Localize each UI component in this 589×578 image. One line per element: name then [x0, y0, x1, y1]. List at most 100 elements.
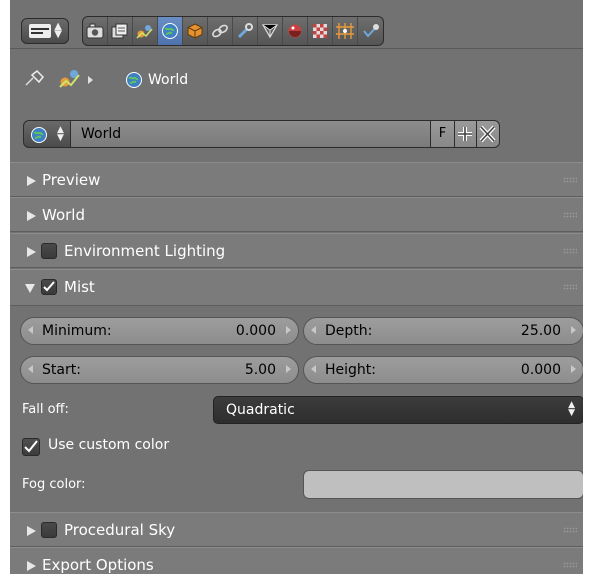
field-label: Depth: — [325, 323, 373, 339]
field-value: 0.000 — [235, 323, 276, 339]
fog-color-swatch[interactable] — [303, 470, 584, 499]
collapsed-arrow-icon — [27, 247, 36, 257]
properties-editor-icon — [29, 24, 51, 38]
browse-world-button[interactable]: ▲ ▼ — [23, 120, 71, 148]
particles-icon — [336, 23, 354, 39]
falloff-label: Fall off: — [22, 402, 69, 417]
panel-preview[interactable]: Preview — [10, 162, 583, 197]
world-icon — [126, 72, 142, 88]
decrement-arrow-icon[interactable] — [311, 326, 316, 334]
context-path: World — [10, 48, 583, 106]
new-world-button[interactable] — [455, 120, 477, 148]
mist-minimum-field[interactable]: Minimum: 0.000 — [20, 317, 299, 345]
falloff-value: Quadratic — [226, 402, 295, 418]
pin-icon[interactable] — [24, 69, 46, 87]
fake-user-button[interactable]: F — [431, 120, 455, 148]
tab-object[interactable] — [183, 17, 208, 45]
tab-mesh-data[interactable] — [258, 17, 283, 45]
tab-physics[interactable] — [358, 17, 383, 45]
collapsed-arrow-icon — [27, 561, 36, 571]
drag-handle-icon[interactable] — [563, 212, 577, 218]
panel-title: Environment Lighting — [64, 242, 226, 260]
tab-modifiers[interactable] — [233, 17, 258, 45]
tab-particles[interactable] — [333, 17, 358, 45]
mist-checkbox[interactable] — [41, 279, 57, 295]
world-icon — [162, 23, 178, 39]
image-border-bottom — [0, 574, 589, 578]
panel-world[interactable]: World — [10, 197, 583, 232]
tab-render[interactable] — [83, 17, 108, 45]
fog-color-label: Fog color: — [22, 477, 86, 492]
collapsed-arrow-icon — [27, 526, 36, 536]
material-icon — [288, 24, 302, 38]
constraints-icon — [212, 24, 228, 38]
close-icon — [479, 125, 496, 143]
collapsed-arrow-icon — [27, 176, 36, 186]
context-tabs — [82, 16, 384, 46]
expanded-arrow-icon — [25, 284, 35, 293]
updown-arrows-icon: ▲ ▼ — [57, 125, 64, 143]
collapsed-arrow-icon — [27, 211, 36, 221]
image-border-right — [583, 0, 589, 578]
tab-world[interactable] — [158, 17, 183, 45]
plus-icon — [458, 127, 472, 141]
checkmark-icon — [24, 440, 38, 453]
mist-depth-field[interactable]: Depth: 25.00 — [303, 317, 584, 345]
drag-handle-icon[interactable] — [563, 527, 577, 533]
tab-texture[interactable] — [308, 17, 333, 45]
mist-height-field[interactable]: Height: 0.000 — [303, 356, 584, 384]
use-custom-color-checkbox[interactable] — [22, 438, 40, 456]
panel-title: Procedural Sky — [64, 521, 176, 539]
panel-title: Mist — [64, 278, 95, 296]
field-value: 5.00 — [244, 362, 276, 378]
decrement-arrow-icon[interactable] — [311, 365, 316, 373]
panel-procedural-sky[interactable]: Procedural Sky — [10, 512, 583, 547]
panel-title: Preview — [42, 171, 101, 189]
tab-render-layers[interactable] — [108, 17, 133, 45]
world-icon — [31, 127, 47, 143]
drag-handle-icon[interactable] — [563, 284, 577, 290]
path-separator-icon — [88, 76, 93, 84]
use-custom-color-label: Use custom color — [48, 437, 170, 453]
properties-header: ▲ ▼ — [10, 4, 583, 49]
world-name-field[interactable]: World — [71, 120, 431, 148]
decrement-arrow-icon[interactable] — [28, 326, 33, 334]
tab-material[interactable] — [283, 17, 308, 45]
panel-environment-lighting[interactable]: Environment Lighting — [10, 233, 583, 268]
editor-type-selector[interactable]: ▲ ▼ — [21, 18, 69, 44]
field-label: Minimum: — [42, 323, 112, 339]
drag-handle-icon[interactable] — [563, 562, 577, 568]
field-value: 0.000 — [520, 362, 561, 378]
tab-scene[interactable] — [133, 17, 158, 45]
field-label: Height: — [325, 362, 376, 378]
panel-title: Export Options — [42, 556, 154, 574]
context-path-label: World — [148, 72, 189, 88]
increment-arrow-icon[interactable] — [286, 326, 291, 334]
world-datablock-selector: ▲ ▼ World F — [23, 120, 500, 148]
mesh-data-icon — [261, 24, 279, 39]
decrement-arrow-icon[interactable] — [28, 365, 33, 373]
updown-arrows-icon: ▲ ▼ — [54, 21, 62, 40]
mist-panel-body: Minimum: 0.000 Depth: 25.00 Start: 5.00 … — [10, 306, 584, 512]
object-icon — [187, 23, 203, 39]
checkmark-icon — [43, 281, 55, 292]
tab-constraints[interactable] — [208, 17, 233, 45]
increment-arrow-icon[interactable] — [571, 326, 576, 334]
environment-lighting-checkbox[interactable] — [41, 243, 57, 259]
falloff-dropdown[interactable]: Quadratic ▲ ▼ — [213, 396, 584, 424]
field-label: Start: — [42, 362, 81, 378]
properties-editor: ▲ ▼ World ▲ ▼ World F Preview World Envi… — [0, 0, 589, 578]
increment-arrow-icon[interactable] — [571, 365, 576, 373]
procedural-sky-checkbox[interactable] — [41, 522, 57, 538]
increment-arrow-icon[interactable] — [286, 365, 291, 373]
drag-handle-icon[interactable] — [563, 248, 577, 254]
mist-start-field[interactable]: Start: 5.00 — [20, 356, 299, 384]
panel-mist[interactable]: Mist — [10, 269, 583, 306]
drag-handle-icon[interactable] — [563, 177, 577, 183]
scene-icon — [136, 25, 153, 39]
unlink-world-button[interactable] — [477, 120, 500, 148]
panel-title: World — [42, 206, 85, 224]
wrench-icon — [237, 23, 253, 39]
image-border-left — [0, 0, 10, 578]
updown-arrows-icon: ▲ ▼ — [568, 400, 575, 418]
